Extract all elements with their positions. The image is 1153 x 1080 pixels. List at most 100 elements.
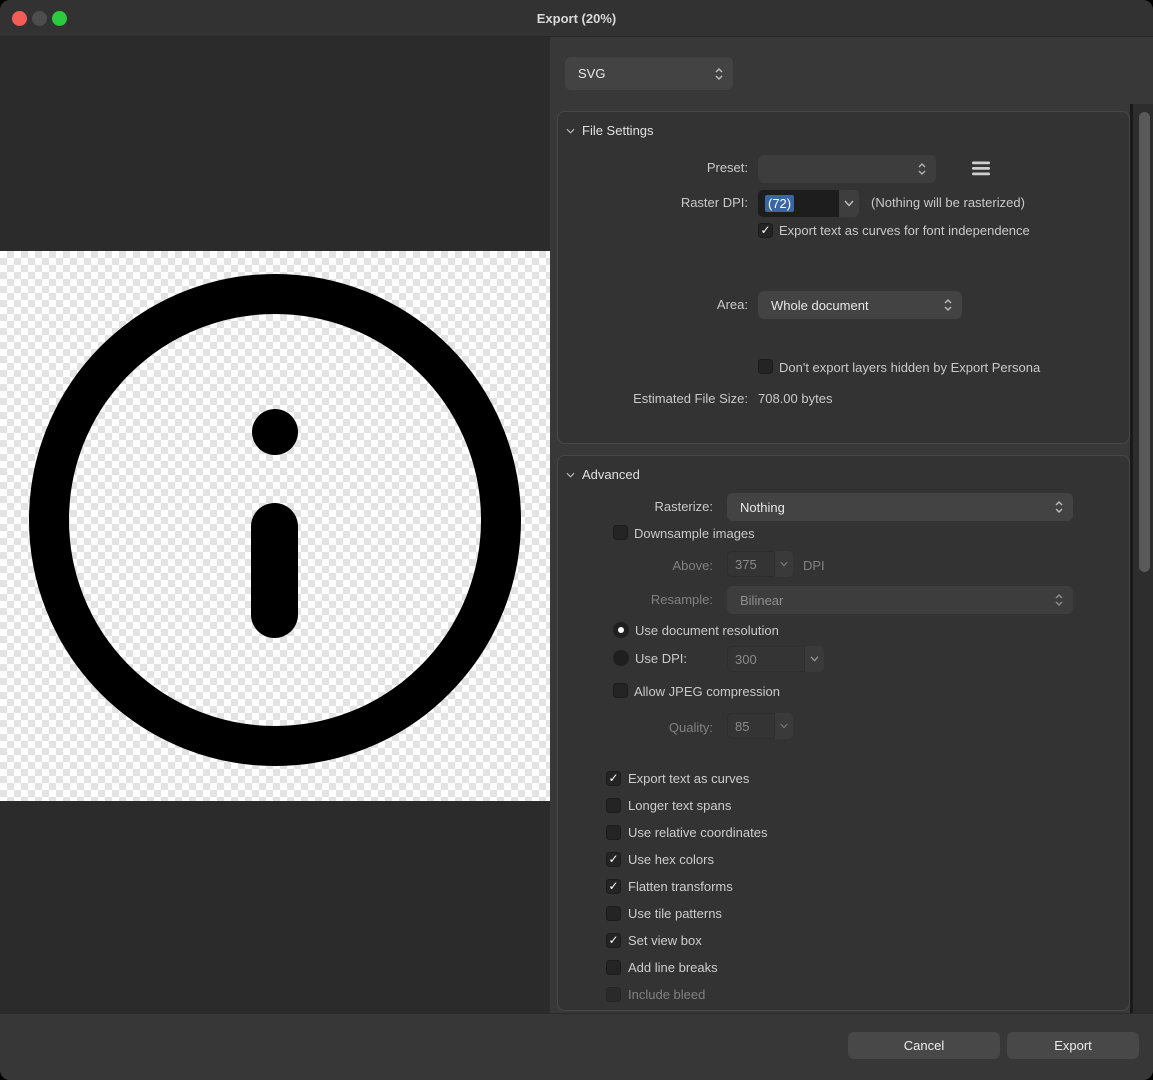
set-view-box-checkbox[interactable]: ✓ bbox=[606, 933, 621, 948]
info-icon-dot bbox=[252, 409, 298, 455]
option-label: Export text as curves bbox=[628, 771, 749, 786]
check-icon: ✓ bbox=[759, 224, 772, 237]
preset-menu-icon[interactable] bbox=[972, 161, 990, 176]
stepper-chevrons-icon bbox=[714, 66, 733, 82]
raster-dpi-label: Raster DPI: bbox=[558, 195, 748, 210]
file-settings-group: File Settings Preset: Raster DPI: (72) bbox=[557, 111, 1130, 444]
longer-text-spans-checkbox[interactable]: ✓ bbox=[606, 798, 621, 813]
downsample-label: Downsample images bbox=[634, 526, 755, 541]
above-dpi-suffix: DPI bbox=[803, 558, 825, 573]
option-label: Use hex colors bbox=[628, 852, 714, 867]
option-label: Add line breaks bbox=[628, 960, 718, 975]
dont-export-hidden-label: Don't export layers hidden by Export Per… bbox=[779, 360, 1040, 375]
format-select[interactable]: SVG bbox=[565, 57, 733, 90]
quality-dropdown-button[interactable] bbox=[775, 713, 793, 739]
add-line-breaks-checkbox[interactable]: ✓ bbox=[606, 960, 621, 975]
settings-pane: SVG File Settings Preset: bbox=[550, 37, 1153, 1013]
resample-select[interactable]: Bilinear bbox=[727, 586, 1073, 614]
chevron-down-icon bbox=[844, 200, 854, 207]
dont-export-hidden-checkbox[interactable]: ✓ bbox=[758, 359, 773, 374]
raster-dpi-hint: (Nothing will be rasterized) bbox=[871, 195, 1025, 210]
preview-pane bbox=[0, 37, 550, 1013]
check-icon: ✓ bbox=[607, 934, 620, 947]
use-dpi-dropdown-button[interactable] bbox=[805, 646, 824, 672]
above-dpi-input[interactable]: 375 bbox=[727, 551, 775, 577]
option-label: Set view box bbox=[628, 933, 702, 948]
dialog-footer: Cancel Export bbox=[0, 1013, 1153, 1080]
use-tile-patterns-checkbox[interactable]: ✓ bbox=[606, 906, 621, 921]
option-label: Flatten transforms bbox=[628, 879, 733, 894]
estimated-size-value: 708.00 bytes bbox=[758, 391, 832, 406]
downsample-checkbox[interactable]: ✓ bbox=[613, 525, 628, 540]
option-row: ✓ Flatten transforms bbox=[606, 879, 767, 894]
area-select[interactable]: Whole document bbox=[758, 291, 962, 319]
export-text-curves-checkbox[interactable]: ✓ bbox=[606, 771, 621, 786]
resample-label: Resample: bbox=[558, 592, 713, 607]
stepper-chevrons-icon bbox=[1054, 592, 1073, 608]
chevron-down-icon bbox=[780, 723, 788, 729]
option-row: ✓ Use relative coordinates bbox=[606, 825, 767, 840]
allow-jpeg-checkbox[interactable]: ✓ bbox=[613, 683, 628, 698]
stepper-chevrons-icon bbox=[1054, 499, 1073, 515]
export-preview-image bbox=[0, 251, 550, 801]
option-label: Use tile patterns bbox=[628, 906, 722, 921]
chevron-down-icon bbox=[780, 561, 788, 567]
area-select-value: Whole document bbox=[758, 298, 943, 313]
preset-label: Preset: bbox=[558, 160, 748, 175]
option-label: Longer text spans bbox=[628, 798, 731, 813]
file-settings-header[interactable]: File Settings bbox=[566, 123, 654, 138]
export-button[interactable]: Export bbox=[1007, 1032, 1139, 1059]
disclosure-chevron-icon bbox=[566, 128, 575, 134]
option-row: ✓ Use hex colors bbox=[606, 852, 767, 867]
flatten-transforms-checkbox[interactable]: ✓ bbox=[606, 879, 621, 894]
area-label: Area: bbox=[558, 297, 748, 312]
scrollbar-track[interactable] bbox=[1130, 104, 1153, 1013]
use-document-resolution-label: Use document resolution bbox=[635, 623, 779, 638]
scrollbar-thumb[interactable] bbox=[1139, 112, 1150, 572]
preset-select[interactable] bbox=[758, 155, 936, 183]
raster-dpi-value: (72) bbox=[765, 195, 794, 212]
resample-select-value: Bilinear bbox=[727, 593, 1054, 608]
export-dialog: Export (20%) SVG File bbox=[0, 0, 1153, 1080]
allow-jpeg-label: Allow JPEG compression bbox=[634, 684, 780, 699]
raster-dpi-input[interactable]: (72) bbox=[758, 190, 839, 217]
title-bar: Export (20%) bbox=[0, 0, 1153, 37]
use-relative-coordinates-checkbox[interactable]: ✓ bbox=[606, 825, 621, 840]
use-document-resolution-radio[interactable] bbox=[613, 622, 629, 638]
check-icon: ✓ bbox=[607, 853, 620, 866]
use-dpi-label: Use DPI: bbox=[635, 651, 687, 666]
quality-label: Quality: bbox=[558, 720, 713, 735]
include-bleed-checkbox[interactable]: ✓ bbox=[606, 987, 621, 1002]
format-select-value: SVG bbox=[565, 66, 714, 81]
stepper-chevrons-icon bbox=[943, 297, 962, 313]
option-row: ✓ Longer text spans bbox=[606, 798, 767, 813]
export-text-curves-font-label: Export text as curves for font independe… bbox=[779, 223, 1030, 238]
rasterize-label: Rasterize: bbox=[558, 499, 713, 514]
rasterize-select-value: Nothing bbox=[727, 500, 1054, 515]
use-dpi-radio[interactable] bbox=[613, 650, 629, 666]
option-row: ✓ Set view box bbox=[606, 933, 767, 948]
check-icon: ✓ bbox=[607, 880, 620, 893]
cancel-button[interactable]: Cancel bbox=[848, 1032, 1000, 1059]
svg-options-list: ✓ Export text as curves ✓ Longer text sp… bbox=[606, 771, 767, 1014]
check-icon: ✓ bbox=[607, 772, 620, 785]
option-row: ✓ Export text as curves bbox=[606, 771, 767, 786]
advanced-header[interactable]: Advanced bbox=[566, 467, 640, 482]
above-dpi-dropdown-button[interactable] bbox=[775, 551, 793, 577]
estimated-size-label: Estimated File Size: bbox=[558, 391, 748, 406]
quality-input[interactable]: 85 bbox=[727, 713, 775, 739]
option-row: ✓ Use tile patterns bbox=[606, 906, 767, 921]
stepper-chevrons-icon bbox=[917, 161, 936, 177]
use-dpi-input[interactable]: 300 bbox=[727, 646, 805, 672]
rasterize-select[interactable]: Nothing bbox=[727, 493, 1073, 521]
advanced-group: Advanced Rasterize: Nothing ✓ Downsample… bbox=[557, 455, 1130, 1011]
raster-dpi-dropdown-button[interactable] bbox=[839, 190, 859, 217]
option-label: Include bleed bbox=[628, 987, 705, 1002]
option-label: Use relative coordinates bbox=[628, 825, 767, 840]
advanced-title: Advanced bbox=[582, 467, 640, 482]
use-hex-colors-checkbox[interactable]: ✓ bbox=[606, 852, 621, 867]
disclosure-chevron-icon bbox=[566, 472, 575, 478]
export-text-curves-font-checkbox[interactable]: ✓ bbox=[758, 223, 773, 238]
option-row: ✓ Add line breaks bbox=[606, 960, 767, 975]
chevron-down-icon bbox=[810, 656, 819, 662]
